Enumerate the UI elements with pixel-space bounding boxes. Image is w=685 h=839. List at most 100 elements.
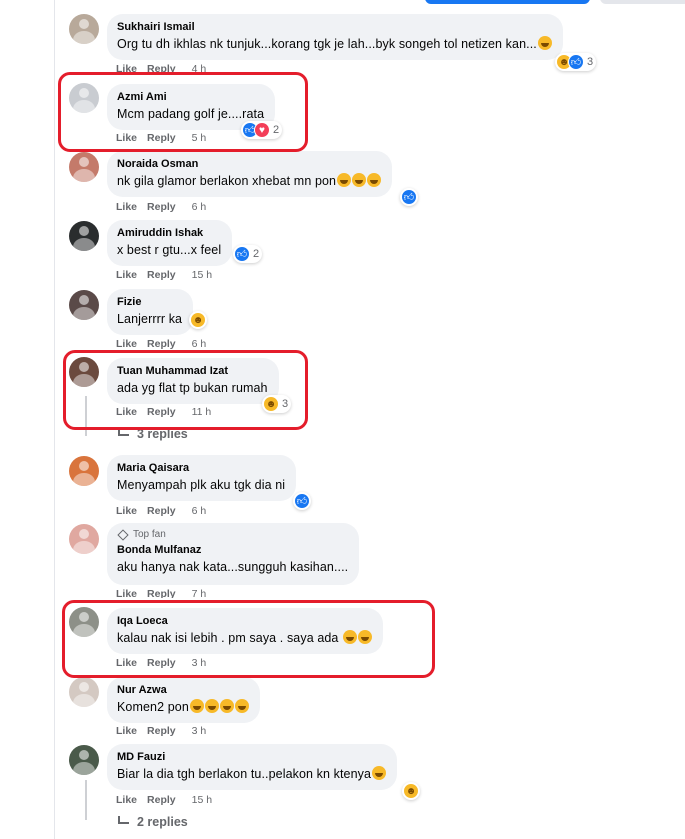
commenter-name[interactable]: Maria Qaisara xyxy=(117,461,285,475)
diamond-icon xyxy=(117,528,129,541)
like-link[interactable]: Like xyxy=(116,201,137,213)
top-secondary-button[interactable] xyxy=(600,0,685,4)
reply-link[interactable]: Reply xyxy=(147,657,176,669)
reply-link[interactable]: Reply xyxy=(147,794,176,806)
reaction-count: 3 xyxy=(282,398,289,410)
timestamp[interactable]: 5 h xyxy=(192,132,207,144)
timestamp[interactable]: 15 h xyxy=(192,269,212,281)
timestamp[interactable]: 3 h xyxy=(192,657,207,669)
timestamp[interactable]: 6 h xyxy=(192,338,207,350)
reaction-summary[interactable]: ☻ 👍︎ 3 xyxy=(555,53,597,71)
reply-link[interactable]: Reply xyxy=(147,588,176,598)
comment-actions: Like Reply 6 h xyxy=(116,505,216,517)
comment-text: nk gila glamor berlakon xhebat mn pon xyxy=(117,173,382,190)
avatar[interactable] xyxy=(69,290,99,320)
like-link[interactable]: Like xyxy=(116,794,137,806)
avatar[interactable] xyxy=(69,83,99,113)
like-link[interactable]: Like xyxy=(116,406,137,418)
like-link[interactable]: Like xyxy=(116,725,137,737)
like-link[interactable]: Like xyxy=(116,505,137,517)
timestamp[interactable]: 6 h xyxy=(192,505,207,517)
like-link[interactable]: Like xyxy=(116,269,137,281)
like-link[interactable]: Like xyxy=(116,63,137,73)
reply-link[interactable]: Reply xyxy=(147,269,176,281)
avatar[interactable] xyxy=(69,14,99,44)
emoji-icon xyxy=(372,766,387,780)
view-replies-link[interactable]: 3 replies xyxy=(118,427,188,441)
commenter-name[interactable]: Bonda Mulfanaz xyxy=(117,543,348,557)
avatar[interactable] xyxy=(69,677,99,707)
avatar[interactable] xyxy=(69,745,99,775)
commenter-name[interactable]: Azmi Ami xyxy=(117,90,264,104)
view-replies-link[interactable]: 2 replies xyxy=(118,815,188,829)
comment-bubble: Sukhairi Ismail Org tu dh ikhlas nk tunj… xyxy=(107,14,563,60)
timestamp[interactable]: 7 h xyxy=(192,588,207,598)
timestamp[interactable]: 3 h xyxy=(192,725,207,737)
commenter-name[interactable]: Nur Azwa xyxy=(117,683,249,697)
reaction-summary[interactable]: ☻ 3 xyxy=(262,395,292,413)
reaction-summary[interactable]: 👍︎ xyxy=(400,188,418,206)
reply-link[interactable]: Reply xyxy=(147,63,176,73)
avatar[interactable] xyxy=(69,357,99,387)
reaction-summary[interactable]: 👍︎ xyxy=(293,492,311,510)
commenter-name[interactable]: Noraida Osman xyxy=(117,157,381,171)
reaction-count: 2 xyxy=(273,124,280,136)
timestamp[interactable]: 4 h xyxy=(192,63,207,73)
comment-text: Org tu dh ikhlas nk tunjuk...korang tgk … xyxy=(117,36,552,53)
reply-link[interactable]: Reply xyxy=(147,725,176,737)
reaction-summary[interactable]: ☻ xyxy=(402,782,420,800)
comment-text: kalau nak isi lebih . pm saya . saya ada xyxy=(117,630,373,647)
top-primary-button[interactable] xyxy=(425,0,590,4)
reaction-summary[interactable]: 👍︎ 2 xyxy=(233,245,263,263)
reaction-count: 2 xyxy=(253,248,260,260)
commenter-name[interactable]: MD Fauzi xyxy=(117,750,386,764)
avatar[interactable] xyxy=(69,221,99,251)
timestamp[interactable]: 11 h xyxy=(192,406,212,418)
like-link[interactable]: Like xyxy=(116,132,137,144)
top-fan-badge: Top fan xyxy=(117,528,348,541)
haha-reaction-icon: ☻ xyxy=(190,312,206,328)
comment-bubble: Fizie Lanjerrrr ka xyxy=(107,289,194,335)
reply-link[interactable]: Reply xyxy=(147,505,176,517)
reaction-summary[interactable]: 👍︎ ♥ 2 xyxy=(241,121,283,139)
commenter-name[interactable]: Sukhairi Ismail xyxy=(117,20,552,34)
like-link[interactable]: Like xyxy=(116,338,137,350)
reply-branch-line xyxy=(85,396,87,436)
comment-actions: Like Reply 3 h xyxy=(116,657,216,669)
reply-arrow-icon xyxy=(118,428,129,436)
reaction-summary[interactable]: ☻ xyxy=(189,311,207,329)
comment-text: Lanjerrrr ka xyxy=(117,312,183,326)
comment-actions: Like Reply 5 h xyxy=(116,132,216,144)
avatar[interactable] xyxy=(69,456,99,486)
commenter-name[interactable]: Tuan Muhammad Izat xyxy=(117,364,268,378)
avatar[interactable] xyxy=(69,607,99,637)
emoji-icon xyxy=(352,173,367,187)
comment-actions: Like Reply 15 h xyxy=(116,794,222,806)
like-reaction-icon: 👍︎ xyxy=(568,54,584,70)
timestamp[interactable]: 15 h xyxy=(192,794,212,806)
haha-reaction-icon: ☻ xyxy=(263,396,279,412)
timestamp[interactable]: 6 h xyxy=(192,201,207,213)
emoji-icon xyxy=(189,699,204,713)
avatar[interactable] xyxy=(69,152,99,182)
commenter-name[interactable]: Fizie xyxy=(117,295,182,309)
reply-link[interactable]: Reply xyxy=(147,338,176,350)
emoji-icon xyxy=(537,36,552,50)
comment-actions: Like Reply 15 h xyxy=(116,269,222,281)
reply-link[interactable]: Reply xyxy=(147,201,176,213)
like-link[interactable]: Like xyxy=(116,588,137,598)
comment-bubble: MD Fauzi Biar la dia tgh berlakon tu..pe… xyxy=(107,744,398,790)
like-reaction-icon: 👍︎ xyxy=(294,493,310,509)
avatar[interactable] xyxy=(69,524,99,554)
comment-actions: Like Reply 11 h xyxy=(116,406,221,418)
commenter-name[interactable]: Iqa Loeca xyxy=(117,614,372,628)
reply-link[interactable]: Reply xyxy=(147,132,176,144)
comment-actions: Like Reply 7 h xyxy=(116,588,216,598)
comment-actions: Like Reply 6 h xyxy=(116,338,216,350)
reply-link[interactable]: Reply xyxy=(147,406,176,418)
thread-line xyxy=(54,0,55,839)
comment-text: ada yg flat tp bukan rumah xyxy=(117,381,268,395)
like-link[interactable]: Like xyxy=(116,657,137,669)
emoji-icon xyxy=(343,630,358,644)
commenter-name[interactable]: Amiruddin Ishak xyxy=(117,226,221,240)
